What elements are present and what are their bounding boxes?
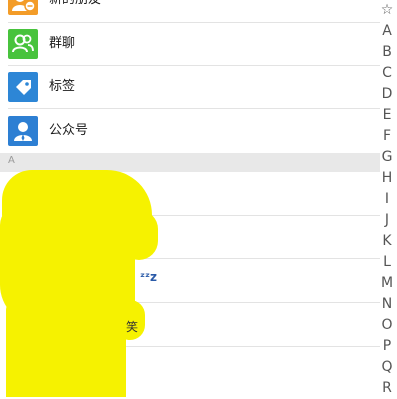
index-letter-n[interactable]: N	[382, 294, 392, 315]
group-chats-label: 群聊	[49, 36, 76, 51]
index-letter-l[interactable]: L	[383, 252, 391, 273]
tags-label: 标签	[49, 79, 76, 94]
index-letter-j[interactable]: J	[385, 210, 389, 231]
official-accounts-item[interactable]: 公众号	[0, 109, 380, 153]
index-letter-d[interactable]: D	[382, 84, 393, 105]
index-letter-b[interactable]: B	[382, 42, 392, 63]
tags-item[interactable]: 标签	[0, 65, 380, 109]
official-accounts-label: 公众号	[49, 123, 89, 138]
section-letter: A	[8, 155, 15, 166]
index-letter-f[interactable]: F	[383, 126, 391, 147]
index-letter-a[interactable]: A	[382, 21, 392, 42]
index-letter-c[interactable]: C	[382, 63, 392, 84]
new-friends-icon	[8, 0, 38, 15]
official-account-icon	[8, 116, 38, 146]
index-letter-q[interactable]: Q	[381, 357, 392, 378]
index-star[interactable]: ☆	[381, 0, 394, 21]
group-chat-icon	[8, 29, 38, 59]
alphabet-index-bar[interactable]: ☆ A B C D E F G H I J K L M N O P Q R	[377, 0, 397, 397]
index-letter-r[interactable]: R	[382, 378, 392, 399]
index-letter-m[interactable]: M	[381, 273, 393, 294]
index-letter-o[interactable]: O	[381, 315, 392, 336]
index-letter-p[interactable]: P	[383, 336, 391, 357]
index-letter-h[interactable]: H	[382, 168, 393, 189]
index-letter-e[interactable]: E	[383, 105, 392, 126]
group-chats-item[interactable]: 群聊	[0, 22, 380, 66]
index-letter-g[interactable]: G	[382, 147, 393, 168]
contact-name-fragment: ᶻᶻz	[140, 270, 158, 284]
tag-icon	[8, 72, 38, 102]
index-letter-k[interactable]: K	[382, 231, 391, 252]
index-letter-i[interactable]: I	[385, 189, 389, 210]
contact-name-fragment: 笑	[126, 320, 139, 334]
new-friends-label: 新的朋友	[49, 0, 101, 22]
new-friends-item[interactable]: 新的朋友	[0, 0, 380, 22]
